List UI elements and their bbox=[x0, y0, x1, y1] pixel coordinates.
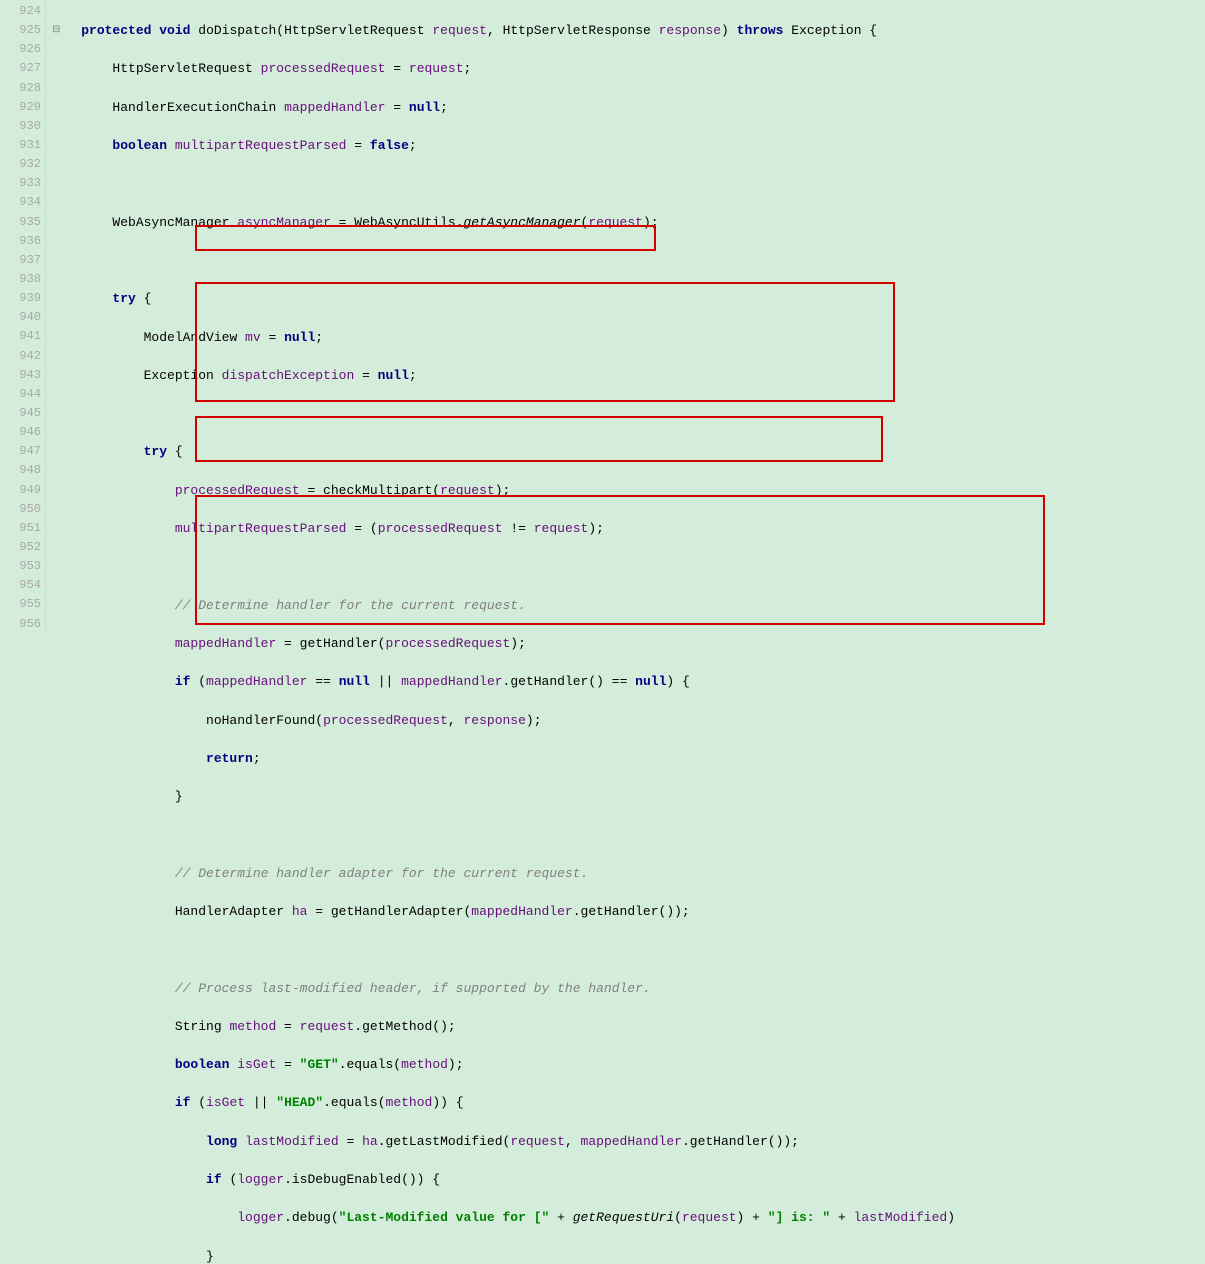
line-number: 942 bbox=[0, 347, 41, 366]
code-line bbox=[50, 174, 1205, 193]
line-number: 950 bbox=[0, 500, 41, 519]
line-number: 940 bbox=[0, 308, 41, 327]
line-number: 956 bbox=[0, 615, 41, 634]
code-line bbox=[50, 251, 1205, 270]
code-line bbox=[50, 557, 1205, 576]
code-line: // Determine handler adapter for the cur… bbox=[50, 864, 1205, 883]
code-line: logger.debug("Last-Modified value for ["… bbox=[50, 1208, 1205, 1227]
code-line: String method = request.getMethod(); bbox=[50, 1017, 1205, 1036]
line-number: 924 bbox=[0, 2, 41, 21]
code-line: } bbox=[50, 1247, 1205, 1264]
fold-icon[interactable]: ⊟ bbox=[52, 21, 60, 40]
code-content: ⊟ protected void doDispatch(HttpServletR… bbox=[50, 2, 1205, 1264]
code-line: WebAsyncManager asyncManager = WebAsyncU… bbox=[50, 213, 1205, 232]
code-line: boolean multipartRequestParsed = false; bbox=[50, 136, 1205, 155]
line-number: 953 bbox=[0, 557, 41, 576]
code-line: ⊟ protected void doDispatch(HttpServletR… bbox=[50, 21, 1205, 40]
line-number: 947 bbox=[0, 442, 41, 461]
line-number: 939 bbox=[0, 289, 41, 308]
code-line: processedRequest = checkMultipart(reques… bbox=[50, 481, 1205, 500]
code-line: HttpServletRequest processedRequest = re… bbox=[50, 59, 1205, 78]
code-line bbox=[50, 825, 1205, 844]
code-line: ModelAndView mv = null; bbox=[50, 328, 1205, 347]
code-line: HandlerAdapter ha = getHandlerAdapter(ma… bbox=[50, 902, 1205, 921]
line-number-gutter: 9249259269279289299309319329339349359369… bbox=[0, 0, 46, 632]
code-line: // Process last-modified header, if supp… bbox=[50, 979, 1205, 998]
code-line: try { bbox=[50, 442, 1205, 461]
line-number: 944 bbox=[0, 385, 41, 404]
code-line bbox=[50, 404, 1205, 423]
line-number: 937 bbox=[0, 251, 41, 270]
code-line: noHandlerFound(processedRequest, respons… bbox=[50, 711, 1205, 730]
line-number: 951 bbox=[0, 519, 41, 538]
line-number: 934 bbox=[0, 193, 41, 212]
code-line: Exception dispatchException = null; bbox=[50, 366, 1205, 385]
code-line: HandlerExecutionChain mappedHandler = nu… bbox=[50, 98, 1205, 117]
code-line: multipartRequestParsed = (processedReque… bbox=[50, 519, 1205, 538]
line-number: 954 bbox=[0, 576, 41, 595]
line-number: 945 bbox=[0, 404, 41, 423]
code-line bbox=[50, 940, 1205, 959]
code-line: return; bbox=[50, 749, 1205, 768]
code-line: boolean isGet = "GET".equals(method); bbox=[50, 1055, 1205, 1074]
code-line: if (isGet || "HEAD".equals(method)) { bbox=[50, 1093, 1205, 1112]
line-number: 926 bbox=[0, 40, 41, 59]
line-number: 936 bbox=[0, 232, 41, 251]
line-number: 925 bbox=[0, 21, 41, 40]
code-line: if (logger.isDebugEnabled()) { bbox=[50, 1170, 1205, 1189]
line-number: 927 bbox=[0, 59, 41, 78]
line-number: 933 bbox=[0, 174, 41, 193]
line-number: 938 bbox=[0, 270, 41, 289]
code-line: // Determine handler for the current req… bbox=[50, 596, 1205, 615]
line-number: 952 bbox=[0, 538, 41, 557]
line-number: 943 bbox=[0, 366, 41, 385]
line-number: 941 bbox=[0, 327, 41, 346]
code-line: if (mappedHandler == null || mappedHandl… bbox=[50, 672, 1205, 691]
line-number: 935 bbox=[0, 213, 41, 232]
code-line: long lastModified = ha.getLastModified(r… bbox=[50, 1132, 1205, 1151]
code-line: } bbox=[50, 787, 1205, 806]
line-number: 949 bbox=[0, 481, 41, 500]
code-line: mappedHandler = getHandler(processedRequ… bbox=[50, 634, 1205, 653]
line-number: 931 bbox=[0, 136, 41, 155]
line-number: 948 bbox=[0, 461, 41, 480]
line-number: 929 bbox=[0, 98, 41, 117]
line-number: 930 bbox=[0, 117, 41, 136]
line-number: 955 bbox=[0, 595, 41, 614]
line-number: 932 bbox=[0, 155, 41, 174]
line-number: 928 bbox=[0, 79, 41, 98]
line-number: 946 bbox=[0, 423, 41, 442]
code-line: try { bbox=[50, 289, 1205, 308]
